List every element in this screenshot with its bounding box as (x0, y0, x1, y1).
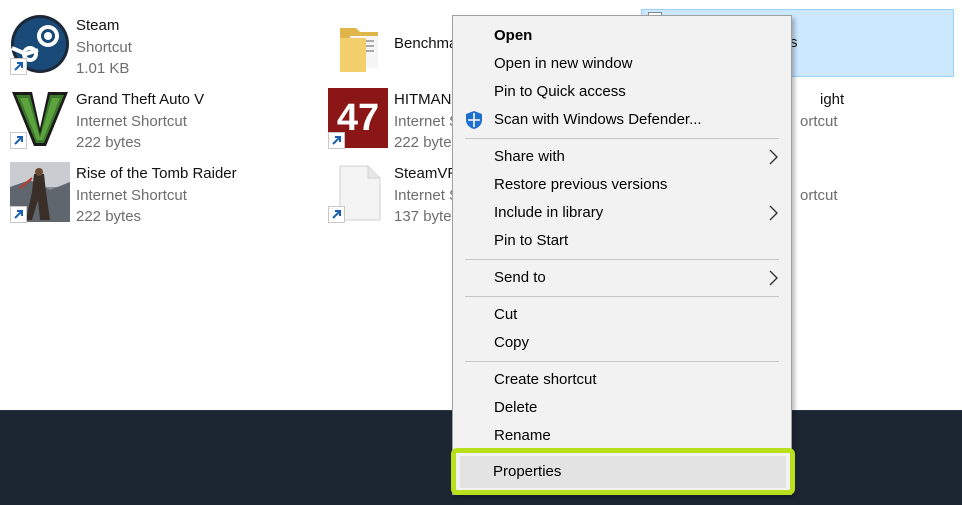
menu-item-rename[interactable]: Rename (453, 422, 791, 450)
shortcut-arrow-icon (328, 132, 345, 149)
file-item-gta-v[interactable]: Grand Theft Auto V Internet Shortcut 222… (0, 78, 300, 151)
file-item-tomb-raider[interactable]: Rise of the Tomb Raider Internet Shortcu… (0, 152, 300, 225)
menu-item-label: Open in new window (494, 55, 633, 72)
menu-separator (465, 296, 779, 297)
file-type: ortcut (800, 187, 838, 204)
file-name: Grand Theft Auto V (76, 91, 205, 108)
folder-icon (340, 28, 378, 72)
file-size: 1.01 KB (76, 60, 130, 77)
menu-item-pin-quick-access[interactable]: Pin to Quick access (453, 78, 791, 106)
menu-item-copy[interactable]: Copy (453, 329, 791, 357)
chevron-right-icon (769, 205, 778, 221)
menu-item-cut[interactable]: Cut (453, 301, 791, 329)
menu-item-label: Open (494, 27, 533, 44)
file-type: Internet S (394, 113, 460, 130)
menu-item-label: Restore previous versions (494, 176, 668, 193)
context-menu: Open Open in new window Pin to Quick acc… (452, 15, 792, 495)
menu-item-label: Pin to Quick access (494, 83, 626, 100)
shortcut-arrow-icon (328, 206, 345, 223)
file-name: ight (820, 91, 845, 108)
properties-highlight-box (451, 448, 795, 495)
menu-item-label: Rename (494, 427, 551, 444)
shortcut-arrow-icon (10, 132, 27, 149)
menu-item-scan-defender[interactable]: Scan with Windows Defender... (453, 106, 791, 134)
menu-item-label: Include in library (494, 204, 604, 221)
menu-item-label: Scan with Windows Defender... (494, 111, 702, 128)
chevron-right-icon (769, 270, 778, 286)
menu-item-include-library[interactable]: Include in library (453, 199, 791, 227)
menu-item-label: Send to (494, 269, 546, 286)
chevron-right-icon (769, 149, 778, 165)
windows-defender-shield-icon (466, 111, 482, 129)
menu-separator (465, 138, 779, 139)
menu-item-send-to[interactable]: Send to (453, 264, 791, 292)
menu-separator (465, 361, 779, 362)
menu-item-label: Copy (494, 334, 530, 351)
file-type: ortcut (800, 113, 838, 130)
file-name: Benchma (394, 35, 458, 52)
menu-item-delete[interactable]: Delete (453, 394, 791, 422)
file-type: Internet Shortcut (76, 113, 187, 130)
shortcut-arrow-icon (10, 58, 27, 75)
file-item-steamvr[interactable]: SteamVR Internet S 137 byte (318, 152, 468, 225)
menu-item-label: Create shortcut (494, 371, 597, 388)
menu-item-create-shortcut[interactable]: Create shortcut (453, 366, 791, 394)
menu-item-pin-start[interactable]: Pin to Start (453, 227, 791, 255)
file-name: Steam (76, 17, 120, 34)
menu-item-restore-previous[interactable]: Restore previous versions (453, 171, 791, 199)
menu-separator (465, 259, 779, 260)
menu-item-label: Delete (494, 399, 538, 416)
file-item-steam[interactable]: Steam Shortcut 1.01 KB (0, 4, 300, 77)
file-size: 222 bytes (76, 208, 142, 225)
file-item-benchmark-folder[interactable]: Benchma (318, 4, 468, 72)
file-name: SteamVR (394, 165, 459, 182)
menu-item-label: Share with (494, 148, 565, 165)
menu-item-share-with[interactable]: Share with (453, 143, 791, 171)
file-name: HITMAN (394, 91, 452, 108)
file-size: 222 byte (394, 134, 452, 151)
file-type: Internet Shortcut (76, 187, 187, 204)
menu-item-open-new-window[interactable]: Open in new window (453, 50, 791, 78)
file-size: 137 byte (394, 208, 452, 225)
file-name: Rise of the Tomb Raider (76, 165, 237, 182)
file-type: Internet S (394, 187, 460, 204)
file-type: Shortcut (76, 39, 132, 56)
file-item-hitman[interactable]: 47 HITMAN Internet S 222 byte (318, 78, 468, 151)
menu-item-label: Cut (494, 306, 518, 323)
shortcut-arrow-icon (10, 206, 27, 223)
menu-item-open[interactable]: Open (453, 22, 791, 50)
file-size: 222 bytes (76, 134, 142, 151)
menu-item-label: Pin to Start (494, 232, 569, 249)
